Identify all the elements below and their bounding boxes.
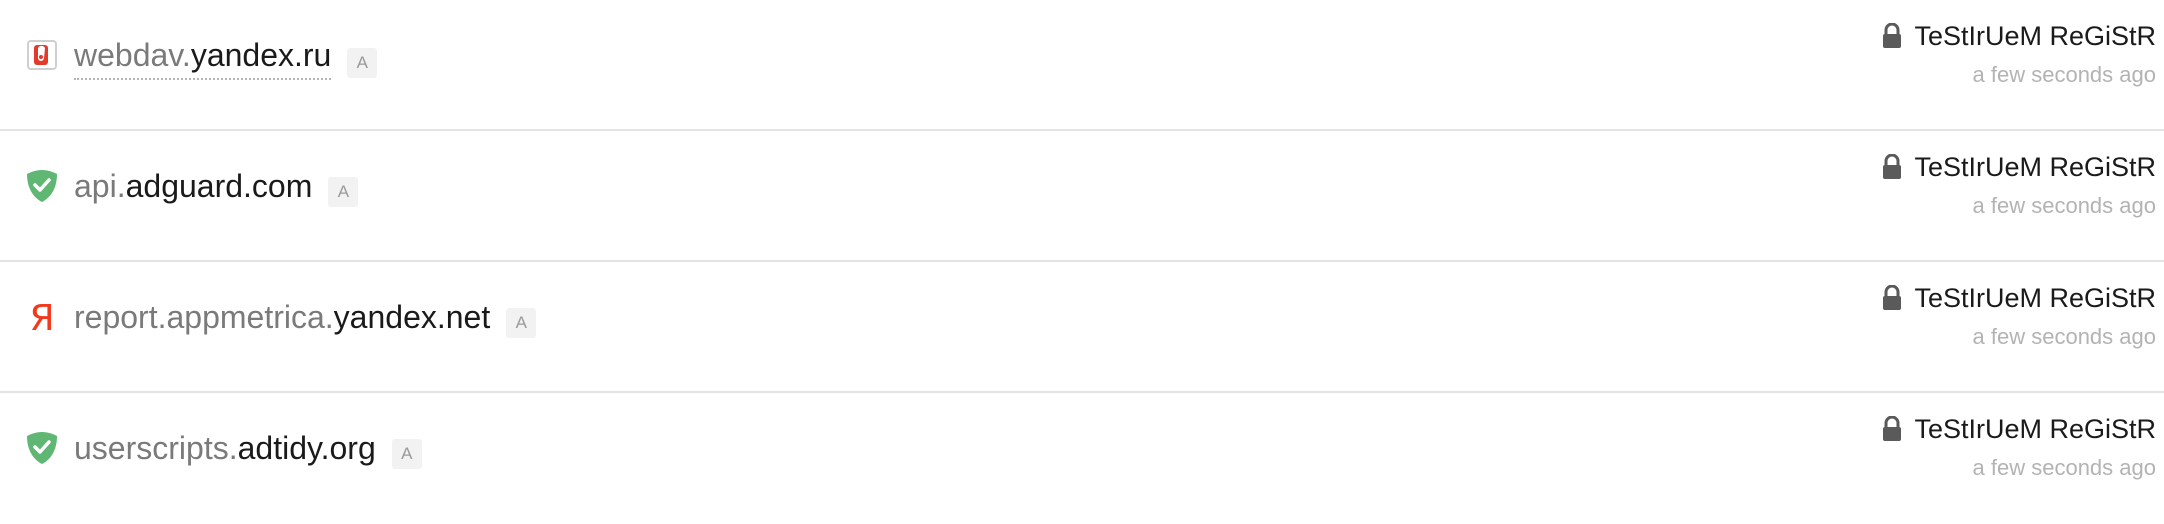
account: TeStIrUeM ReGiStR	[1882, 280, 2156, 316]
yandex-ya-icon: Я	[24, 299, 60, 335]
svg-text:Я: Я	[29, 299, 54, 335]
timestamp: a few seconds ago	[1972, 455, 2156, 480]
list-item[interactable]: api.adguard.com A TeStIrUeM ReGiStR a fe…	[0, 131, 2164, 262]
lock-icon	[1883, 23, 1902, 48]
record-type-badge: A	[328, 177, 359, 207]
domain-name[interactable]: api.adguard.com A	[74, 164, 359, 208]
lock-icon	[1883, 154, 1902, 179]
subdomain: userscripts.	[74, 430, 238, 466]
account-name: TeStIrUeM ReGiStR	[1914, 21, 2156, 51]
account-info: TeStIrUeM ReGiStR a few seconds ago	[1882, 411, 2156, 483]
adguard-shield-icon	[24, 430, 60, 466]
domain-name[interactable]: report.appmetrica.yandex.net A	[74, 295, 537, 339]
account: TeStIrUeM ReGiStR	[1882, 411, 2156, 447]
account: TeStIrUeM ReGiStR	[1882, 18, 2156, 54]
subdomain: api.	[74, 168, 126, 204]
root-domain: yandex.ru	[190, 37, 332, 73]
subdomain: report.appmetrica.	[74, 299, 334, 335]
list-item[interactable]: userscripts.adtidy.org A TeStIrUeM ReGiS…	[0, 393, 2164, 524]
lock-icon	[1883, 285, 1902, 310]
account-name: TeStIrUeM ReGiStR	[1914, 152, 2156, 182]
account-info: TeStIrUeM ReGiStR a few seconds ago	[1882, 280, 2156, 352]
domain-list: webdav.yandex.ru A TeStIrUeM ReGiStR a f…	[0, 0, 2164, 524]
adguard-shield-icon	[24, 168, 60, 204]
account-name: TeStIrUeM ReGiStR	[1914, 283, 2156, 313]
yandex-disk-icon	[24, 37, 60, 73]
list-item[interactable]: webdav.yandex.ru A TeStIrUeM ReGiStR a f…	[0, 0, 2164, 131]
record-type-badge: A	[506, 308, 537, 338]
domain-name[interactable]: webdav.yandex.ru A	[74, 33, 378, 80]
domain-name[interactable]: userscripts.adtidy.org A	[74, 426, 422, 470]
account: TeStIrUeM ReGiStR	[1882, 149, 2156, 185]
timestamp: a few seconds ago	[1972, 324, 2156, 349]
account-info: TeStIrUeM ReGiStR a few seconds ago	[1882, 18, 2156, 90]
timestamp: a few seconds ago	[1972, 62, 2156, 87]
record-type-badge: A	[391, 439, 422, 469]
list-item[interactable]: Я report.appmetrica.yandex.net A TeStIrU…	[0, 262, 2164, 393]
root-domain: adtidy.org	[237, 430, 376, 466]
record-type-badge: A	[347, 47, 378, 78]
subdomain: webdav.	[74, 37, 191, 73]
account-info: TeStIrUeM ReGiStR a few seconds ago	[1882, 149, 2156, 221]
root-domain: yandex.net	[333, 299, 491, 335]
account-name: TeStIrUeM ReGiStR	[1914, 414, 2156, 444]
root-domain: adguard.com	[125, 168, 313, 204]
timestamp: a few seconds ago	[1972, 193, 2156, 218]
lock-icon	[1883, 416, 1902, 441]
